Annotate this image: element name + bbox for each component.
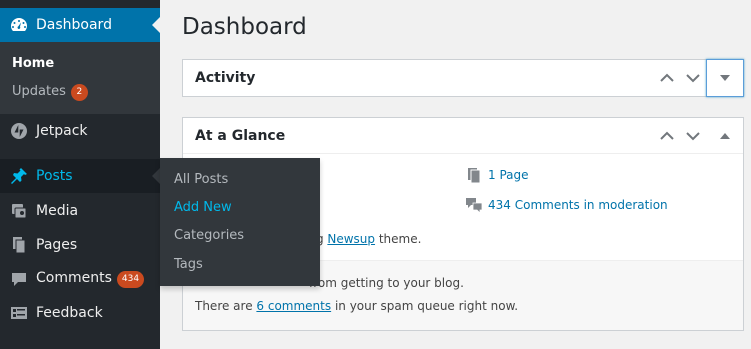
- menu-media-label: Media: [36, 203, 79, 219]
- flyout-categories[interactable]: Categories: [174, 228, 244, 243]
- pages-icon: [9, 235, 29, 255]
- posts-flyout-menu: All Posts Add New Categories Tags: [160, 158, 320, 286]
- toggle-panel-button[interactable]: [706, 59, 744, 97]
- theme-info: ing Newsup theme.: [305, 232, 421, 246]
- flyout-add-new[interactable]: Add New: [174, 200, 232, 215]
- menu-dashboard[interactable]: Dashboard: [0, 8, 160, 42]
- page-title: Dashboard: [182, 14, 307, 40]
- menu-feedback[interactable]: Feedback: [0, 296, 160, 330]
- comments-icon: [465, 196, 483, 214]
- move-up-icon[interactable]: [657, 126, 677, 146]
- activity-title: Activity: [195, 70, 256, 86]
- glance-comments-text: 434 Comments in moderation: [488, 198, 668, 212]
- menu-pages-label: Pages: [36, 237, 78, 253]
- activity-widget: Activity: [182, 59, 744, 97]
- menu-comments-label: Comments 434: [36, 270, 145, 288]
- glance-pages-text: 1 Page: [488, 168, 529, 182]
- comments-count-badge: 434: [116, 271, 145, 288]
- move-down-icon[interactable]: [683, 68, 703, 88]
- menu-posts-label: Posts: [36, 168, 73, 184]
- media-icon: [9, 201, 29, 221]
- move-down-icon[interactable]: [683, 126, 703, 146]
- submenu-updates[interactable]: Updates 2: [12, 84, 88, 101]
- updates-count-badge: 2: [70, 84, 88, 101]
- menu-feedback-label: Feedback: [36, 305, 103, 321]
- dashboard-icon: [9, 15, 29, 35]
- move-up-icon[interactable]: [657, 68, 677, 88]
- glance-comments-moderation-link[interactable]: 434 Comments in moderation: [465, 196, 668, 214]
- pages-icon: [465, 166, 483, 184]
- menu-dashboard-label: Dashboard: [36, 17, 112, 33]
- spam-queue-text: There are 6 comments in your spam queue …: [195, 299, 518, 313]
- flyout-tags[interactable]: Tags: [174, 257, 203, 272]
- pin-icon: [9, 166, 29, 186]
- spam-prefix: There are: [195, 299, 257, 313]
- comments-label-text: Comments: [36, 270, 112, 286]
- submenu-updates-label: Updates: [12, 84, 66, 99]
- menu-pages[interactable]: Pages: [0, 228, 160, 262]
- menu-jetpack-label: Jetpack: [36, 123, 88, 139]
- glance-header[interactable]: At a Glance: [183, 118, 743, 154]
- menu-jetpack[interactable]: Jetpack: [0, 114, 160, 148]
- caret-down-icon: [720, 75, 730, 81]
- menu-posts[interactable]: Posts: [0, 159, 160, 193]
- flyout-all-posts[interactable]: All Posts: [174, 172, 228, 187]
- comment-icon: [9, 269, 29, 289]
- activity-header[interactable]: Activity: [183, 59, 744, 97]
- glance-title: At a Glance: [195, 128, 286, 144]
- blocked-spam-text: from getting to your blog.: [309, 276, 464, 290]
- spam-comments-link[interactable]: 6 comments: [256, 299, 331, 313]
- spam-suffix: in your spam queue right now.: [331, 299, 519, 313]
- menu-media[interactable]: Media: [0, 194, 160, 228]
- feedback-icon: [9, 303, 29, 323]
- theme-suffix: theme.: [375, 232, 422, 246]
- submenu-home[interactable]: Home: [12, 56, 54, 71]
- theme-link[interactable]: Newsup: [327, 232, 375, 246]
- dashboard-submenu: Home Updates 2: [0, 42, 160, 114]
- menu-comments[interactable]: Comments 434: [0, 262, 160, 296]
- jetpack-icon: [9, 121, 29, 141]
- glance-pages-link[interactable]: 1 Page: [465, 166, 529, 184]
- caret-up-icon[interactable]: [715, 126, 735, 146]
- admin-sidebar: Dashboard Home Updates 2 Jetpack Posts Me…: [0, 0, 160, 349]
